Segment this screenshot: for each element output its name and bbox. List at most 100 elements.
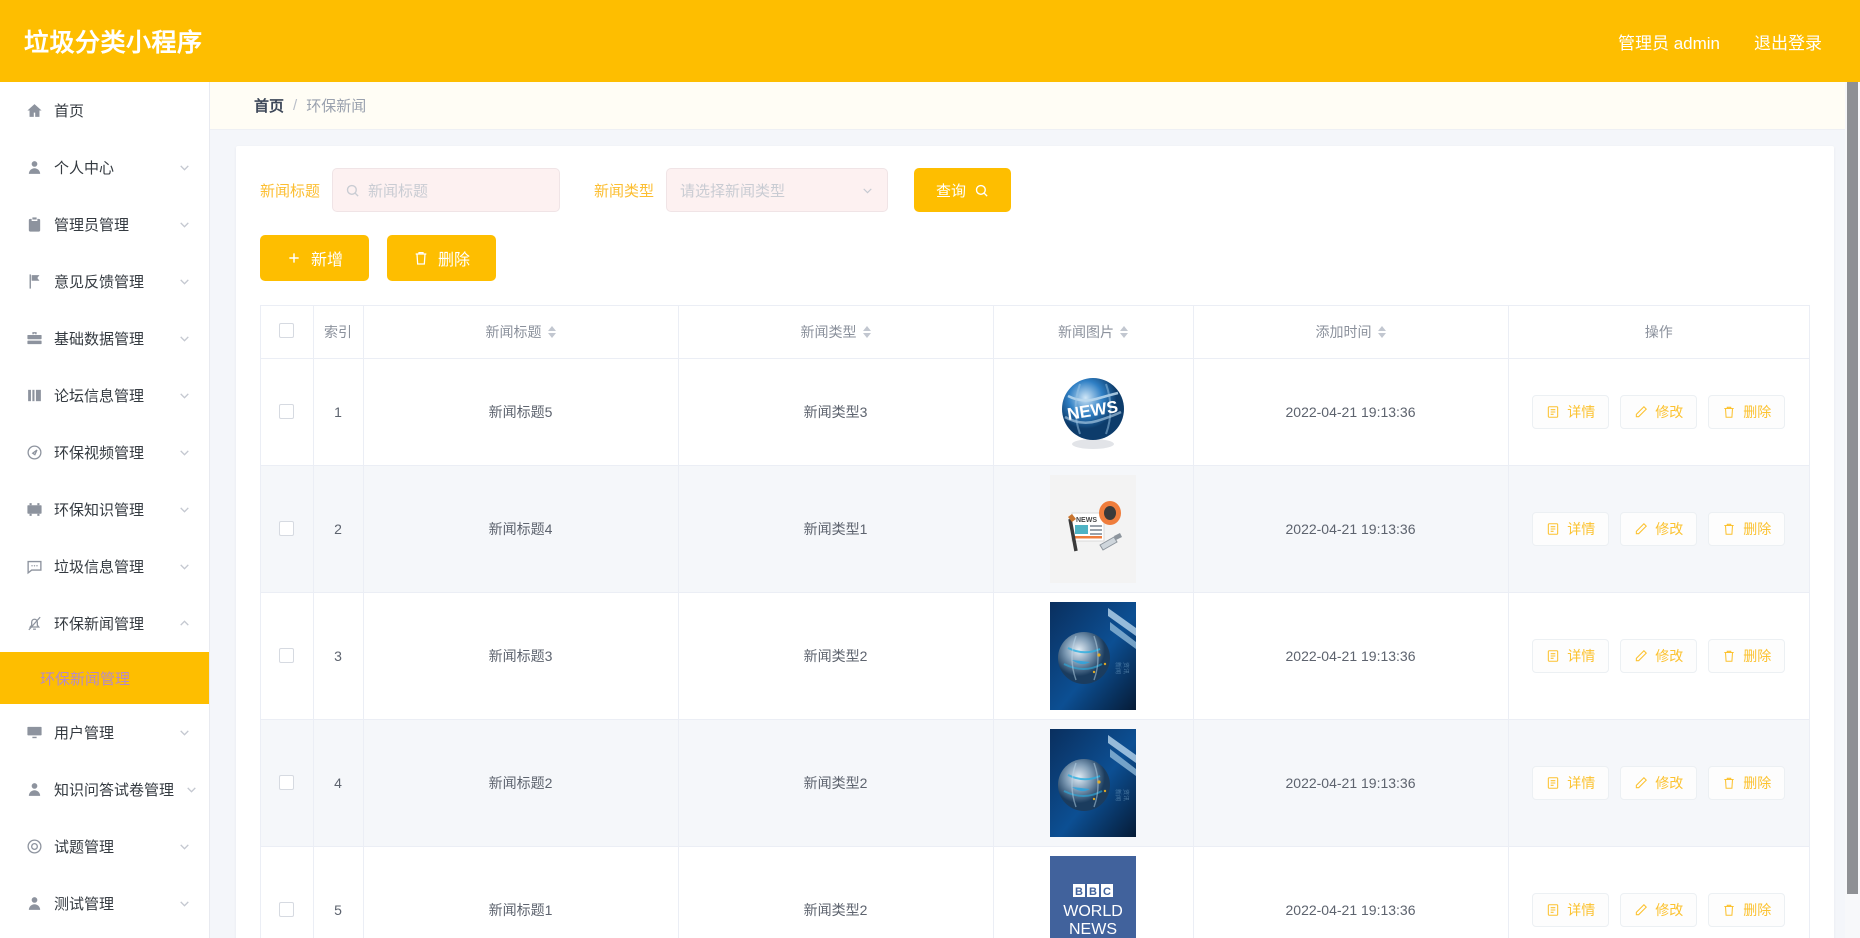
row-checkbox[interactable] <box>279 902 295 917</box>
cell-title: 新闻标题4 <box>363 465 679 593</box>
user-icon <box>26 895 43 912</box>
news-globe-dark-thumbnail[interactable]: 新闻 资讯 <box>1050 601 1136 710</box>
chevron-down-icon <box>185 783 198 796</box>
edit-button[interactable]: 修改 <box>1620 638 1698 673</box>
delete-button[interactable]: 删除 <box>1708 765 1786 800</box>
logout-button[interactable]: 退出登录 <box>1754 29 1822 54</box>
app-body: 首页 个人中心 管理员管理 意见反馈管理 基础数据管理 论坛信息管理 环保视频管… <box>0 82 1860 938</box>
th-news-title[interactable]: 新闻标题 <box>363 306 679 359</box>
message-icon <box>26 558 43 575</box>
cell-title: 新闻标题2 <box>363 719 679 847</box>
sort-icon[interactable] <box>1377 325 1386 338</box>
trash-icon <box>1722 405 1736 419</box>
news-list-card: 新闻标题 新闻标题 新闻类型 请选择新闻类型 查询 新增 删除 索引 新闻标题 … <box>236 146 1834 938</box>
table-row[interactable]: 3 新闻标题3 新闻类型2 新闻 资讯 2022-04-21 19:13:36 … <box>261 592 1809 720</box>
sidebar-item-user-management[interactable]: 用户管理 <box>0 704 209 761</box>
news-title-search-input[interactable]: 新闻标题 <box>332 168 561 212</box>
news-globe-white-thumbnail[interactable]: NEWS <box>1050 369 1136 455</box>
query-button[interactable]: 查询 <box>914 168 1012 212</box>
detail-button[interactable]: 详情 <box>1532 765 1610 800</box>
page-vertical-scrollbar[interactable] <box>1845 82 1860 938</box>
row-checkbox[interactable] <box>279 404 295 419</box>
delete-button[interactable]: 删除 <box>1708 511 1786 546</box>
monitor-icon <box>26 724 43 741</box>
delete-button-label: 删除 <box>1743 403 1772 420</box>
table-row[interactable]: 4 新闻标题2 新闻类型2 新闻 资讯 2022-04-21 19:13:36 … <box>261 719 1809 847</box>
user-solid-icon <box>26 781 43 798</box>
sidebar-item-label: 首页 <box>54 103 85 120</box>
news-type-select-placeholder: 请选择新闻类型 <box>680 182 786 200</box>
chevron-down-icon <box>861 184 874 197</box>
table-row[interactable]: 5 新闻标题1 新闻类型2 B B C WORLD NEWS 2022-04-2… <box>261 846 1809 938</box>
detail-button[interactable]: 详情 <box>1532 394 1610 429</box>
bbc-world-news-thumbnail[interactable]: BBC WORLD NEWS <box>1050 855 1136 938</box>
breadcrumb: 首页 / 环保新闻 <box>210 82 1860 130</box>
sidebar-item-eco-news-management[interactable]: 环保新闻管理 <box>0 595 209 652</box>
sidebar-item-exam-question-management[interactable]: 试题管理 <box>0 818 209 875</box>
add-button[interactable]: 新增 <box>260 235 370 281</box>
sidebar-item-basic-data-management[interactable]: 基础数据管理 <box>0 310 209 367</box>
sidebar-item-home[interactable]: 首页 <box>0 82 209 139</box>
sidebar-item-label: 测试管理 <box>54 896 115 913</box>
th-add-time[interactable]: 添加时间 <box>1193 306 1509 359</box>
sidebar-item-partial-next[interactable] <box>0 932 209 938</box>
cell-index: 4 <box>313 719 364 847</box>
cell-select <box>261 846 314 938</box>
cell-type: 新闻类型2 <box>678 592 994 720</box>
chevron-down-icon <box>178 389 191 402</box>
edit-button-label: 修改 <box>1655 774 1684 791</box>
table-row[interactable]: 1 新闻标题5 新闻类型3 NEWS 2022-04-21 19:13:36 详… <box>261 358 1809 466</box>
sidebar-item-admin-management[interactable]: 管理员管理 <box>0 196 209 253</box>
delete-button[interactable]: 删除 <box>1708 638 1786 673</box>
cell-select <box>261 592 314 720</box>
select-all-checkbox[interactable] <box>279 322 295 338</box>
sort-icon[interactable] <box>1120 325 1128 338</box>
th-news-type[interactable]: 新闻类型 <box>678 306 994 359</box>
detail-button[interactable]: 详情 <box>1532 638 1610 673</box>
news-paper-orange-thumbnail[interactable]: NEWS <box>1050 474 1136 583</box>
delete-button[interactable]: 删除 <box>1708 892 1786 927</box>
th-select-all <box>261 306 314 359</box>
svg-text:B: B <box>1075 886 1083 898</box>
scrollbar-thumb[interactable] <box>1847 82 1858 894</box>
news-type-select[interactable]: 请选择新闻类型 <box>666 168 889 212</box>
row-checkbox[interactable] <box>279 521 295 536</box>
cell-type: 新闻类型1 <box>678 465 994 593</box>
news-globe-dark-thumbnail[interactable]: 新闻 资讯 <box>1050 728 1136 837</box>
sidebar-item-test-management[interactable]: 测试管理 <box>0 875 209 932</box>
edit-button[interactable]: 修改 <box>1620 765 1698 800</box>
sidebar-item-personal-center[interactable]: 个人中心 <box>0 139 209 196</box>
chevron-down-icon <box>178 446 191 459</box>
sidebar-item-label: 垃圾信息管理 <box>54 559 145 576</box>
bulk-delete-button-label: 删除 <box>438 252 471 269</box>
chevron-down-icon <box>178 275 191 288</box>
edit-button[interactable]: 修改 <box>1620 892 1698 927</box>
th-news-image[interactable]: 新闻图片 <box>993 306 1194 359</box>
top-header-bar: 垃圾分类小程序 管理员 admin 退出登录 <box>0 0 1860 82</box>
breadcrumb-home[interactable]: 首页 <box>254 95 284 116</box>
bulk-delete-button[interactable]: 删除 <box>387 235 497 281</box>
sort-icon[interactable] <box>547 325 556 338</box>
sidebar-nav: 首页 个人中心 管理员管理 意见反馈管理 基础数据管理 论坛信息管理 环保视频管… <box>0 82 210 938</box>
edit-button[interactable]: 修改 <box>1620 511 1698 546</box>
detail-button-label: 详情 <box>1567 774 1596 791</box>
sidebar-item-quiz-paper-management[interactable]: 知识问答试卷管理 <box>0 761 209 818</box>
sidebar-item-eco-knowledge-management[interactable]: 环保知识管理 <box>0 481 209 538</box>
cell-select <box>261 719 314 847</box>
sidebar-item-eco-video-management[interactable]: 环保视频管理 <box>0 424 209 481</box>
detail-button[interactable]: 详情 <box>1532 511 1610 546</box>
sidebar-item-feedback-management[interactable]: 意见反馈管理 <box>0 253 209 310</box>
cell-image: NEWS <box>993 358 1194 466</box>
svg-text:新闻: 新闻 <box>1114 789 1122 801</box>
content-scroll-region: 新闻标题 新闻标题 新闻类型 请选择新闻类型 查询 新增 删除 索引 新闻标题 … <box>210 130 1860 938</box>
row-checkbox[interactable] <box>279 648 295 663</box>
edit-button[interactable]: 修改 <box>1620 394 1698 429</box>
row-checkbox[interactable] <box>279 775 295 790</box>
delete-button[interactable]: 删除 <box>1708 394 1786 429</box>
sort-icon[interactable] <box>862 325 871 338</box>
sidebar-item-garbage-info-management[interactable]: 垃圾信息管理 <box>0 538 209 595</box>
table-row[interactable]: 2 新闻标题4 新闻类型1 NEWS 2022-04-21 19:13:36 详… <box>261 465 1809 593</box>
sidebar-subitem-eco-news-management-active[interactable]: 环保新闻管理 <box>0 652 209 704</box>
detail-button[interactable]: 详情 <box>1532 892 1610 927</box>
sidebar-item-forum-management[interactable]: 论坛信息管理 <box>0 367 209 424</box>
